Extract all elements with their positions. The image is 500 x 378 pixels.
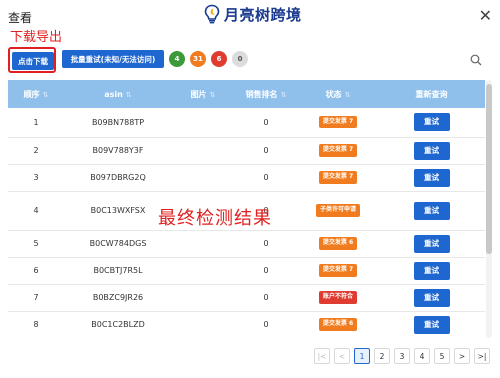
table-header-row: 顺序 ⇅ asin ⇅ 图片 ⇅ 销售排名 ⇅ 状态 ⇅ 重新查询 [8,80,485,108]
status-tag: 提交发票 6 [318,318,358,331]
modal-title: 查看 [8,11,33,25]
batch-retry-button[interactable]: 批量重试(未知/无法访问) [62,50,164,68]
retry-button[interactable]: 重试 [413,315,450,334]
row-rank: 0 [263,266,269,275]
column-header-requery: 重新查询 [415,89,448,99]
retry-button[interactable]: 重试 [413,261,450,280]
table-row: 2 B09V788Y3F 0 提交发票 7 重试 [8,137,485,164]
annotation-download-export: 下载导出 [10,30,63,45]
brand-name: 月亮树跨境 [224,5,302,24]
status-tag: 子类许可申请 [316,204,360,217]
row-rank: 0 [263,173,269,182]
brand-logo: 月亮树跨境 [202,3,302,25]
row-rank: 0 [263,117,269,127]
status-tag: 提交发票 6 [318,237,358,250]
view-modal: 查看 月亮树跨境 ✕ 下载导出 点击下载 批量重试(未知/无法访问) 4 31 … [0,0,500,378]
sort-icon[interactable]: ⇅ [43,91,49,99]
page-button-3[interactable]: 3 [394,348,410,364]
table-row: 1 B09BN788TP 0 提交发票 7 重试 [8,108,485,137]
retry-button[interactable]: 重试 [413,288,450,307]
page-button-1[interactable]: 1 [354,348,370,364]
table-row: 8 B0C1C2BLZD 0 提交发票 6 重试 [8,311,485,338]
retry-button[interactable]: 重试 [413,141,450,160]
row-image [172,164,234,191]
row-order: 4 [33,206,39,215]
row-asin: B0C13WXFSX [90,206,146,215]
sort-icon[interactable]: ⇅ [281,91,287,99]
row-image [172,311,234,338]
sort-icon[interactable]: ⇅ [126,91,132,99]
retry-button[interactable]: 重试 [413,113,450,132]
row-image [172,284,234,311]
lightbulb-logo-icon [204,4,220,24]
retry-button[interactable]: 重试 [413,168,450,187]
page-button-5[interactable]: 5 [434,348,450,364]
search-icon[interactable] [470,54,482,66]
row-asin: B0BZC9JR26 [92,293,144,302]
status-tag: 提交发票 7 [318,116,358,129]
row-rank: 0 [263,239,269,248]
download-button[interactable]: 点击下载 [12,52,54,70]
row-order: 2 [33,146,39,155]
table-row: 3 B097DBRG2Q 0 提交发票 7 重试 [8,164,485,191]
table-row: 5 B0CW784DGS 0 提交发票 6 重试 [8,230,485,257]
table-row: 7 B0BZC9JR26 0 账户不符合 重试 [8,284,485,311]
column-header-image[interactable]: 图片 ⇅ [172,80,234,108]
row-rank: 0 [263,146,269,155]
prev-page-button[interactable]: < [334,348,350,364]
last-page-button[interactable]: >| [474,348,490,364]
status-tag: 提交发票 7 [318,171,358,184]
row-order: 3 [33,173,39,182]
row-order: 7 [33,293,39,302]
count-badge-green[interactable]: 4 [169,51,185,67]
next-page-button[interactable]: > [454,348,470,364]
retry-button[interactable]: 重试 [413,234,450,253]
row-order: 8 [33,320,39,329]
row-image [172,257,234,284]
pagination: |< < 1 2 3 4 5 > >| [314,348,490,364]
status-tag: 提交发票 7 [318,144,358,157]
first-page-button[interactable]: |< [314,348,330,364]
status-tag: 提交发票 7 [318,264,358,277]
page-button-4[interactable]: 4 [414,348,430,364]
table-row: 6 B0CBTJ7R5L 0 提交发票 7 重试 [8,257,485,284]
row-asin: B0CBTJ7R5L [93,266,143,275]
row-asin: B09BN788TP [91,117,145,127]
status-tag: 账户不符合 [318,291,357,304]
retry-button[interactable]: 重试 [413,201,450,220]
column-header-rank[interactable]: 销售排名 ⇅ [234,80,298,108]
column-header-order[interactable]: 顺序 ⇅ [8,80,64,108]
row-rank: 0 [263,320,269,329]
row-asin: B0CW784DGS [89,239,147,248]
count-badge-red[interactable]: 6 [211,51,227,67]
column-header-asin[interactable]: asin ⇅ [64,80,172,108]
table-scrollbar[interactable] [486,80,492,338]
row-asin: B09V788Y3F [92,146,144,155]
row-image [172,137,234,164]
sort-icon[interactable]: ⇅ [210,91,216,99]
row-asin: B097DBRG2Q [90,173,146,182]
row-image [172,108,234,137]
count-badge-gray[interactable]: 0 [232,51,248,67]
scrollbar-thumb[interactable] [486,84,492,254]
close-button[interactable]: ✕ [479,6,492,25]
row-order: 6 [33,266,39,275]
row-asin: B0C1C2BLZD [91,320,145,329]
sort-icon[interactable]: ⇅ [345,91,351,99]
toolbar: 点击下载 批量重试(未知/无法访问) 4 31 6 0 [8,47,492,73]
count-badge-orange[interactable]: 31 [190,51,206,67]
row-order: 5 [33,239,39,248]
row-order: 1 [33,117,39,127]
column-header-status[interactable]: 状态 ⇅ [298,80,378,108]
annotation-final-result: 最终检测结果 [158,208,272,229]
row-image [172,230,234,257]
row-rank: 0 [263,293,269,302]
page-button-2[interactable]: 2 [374,348,390,364]
